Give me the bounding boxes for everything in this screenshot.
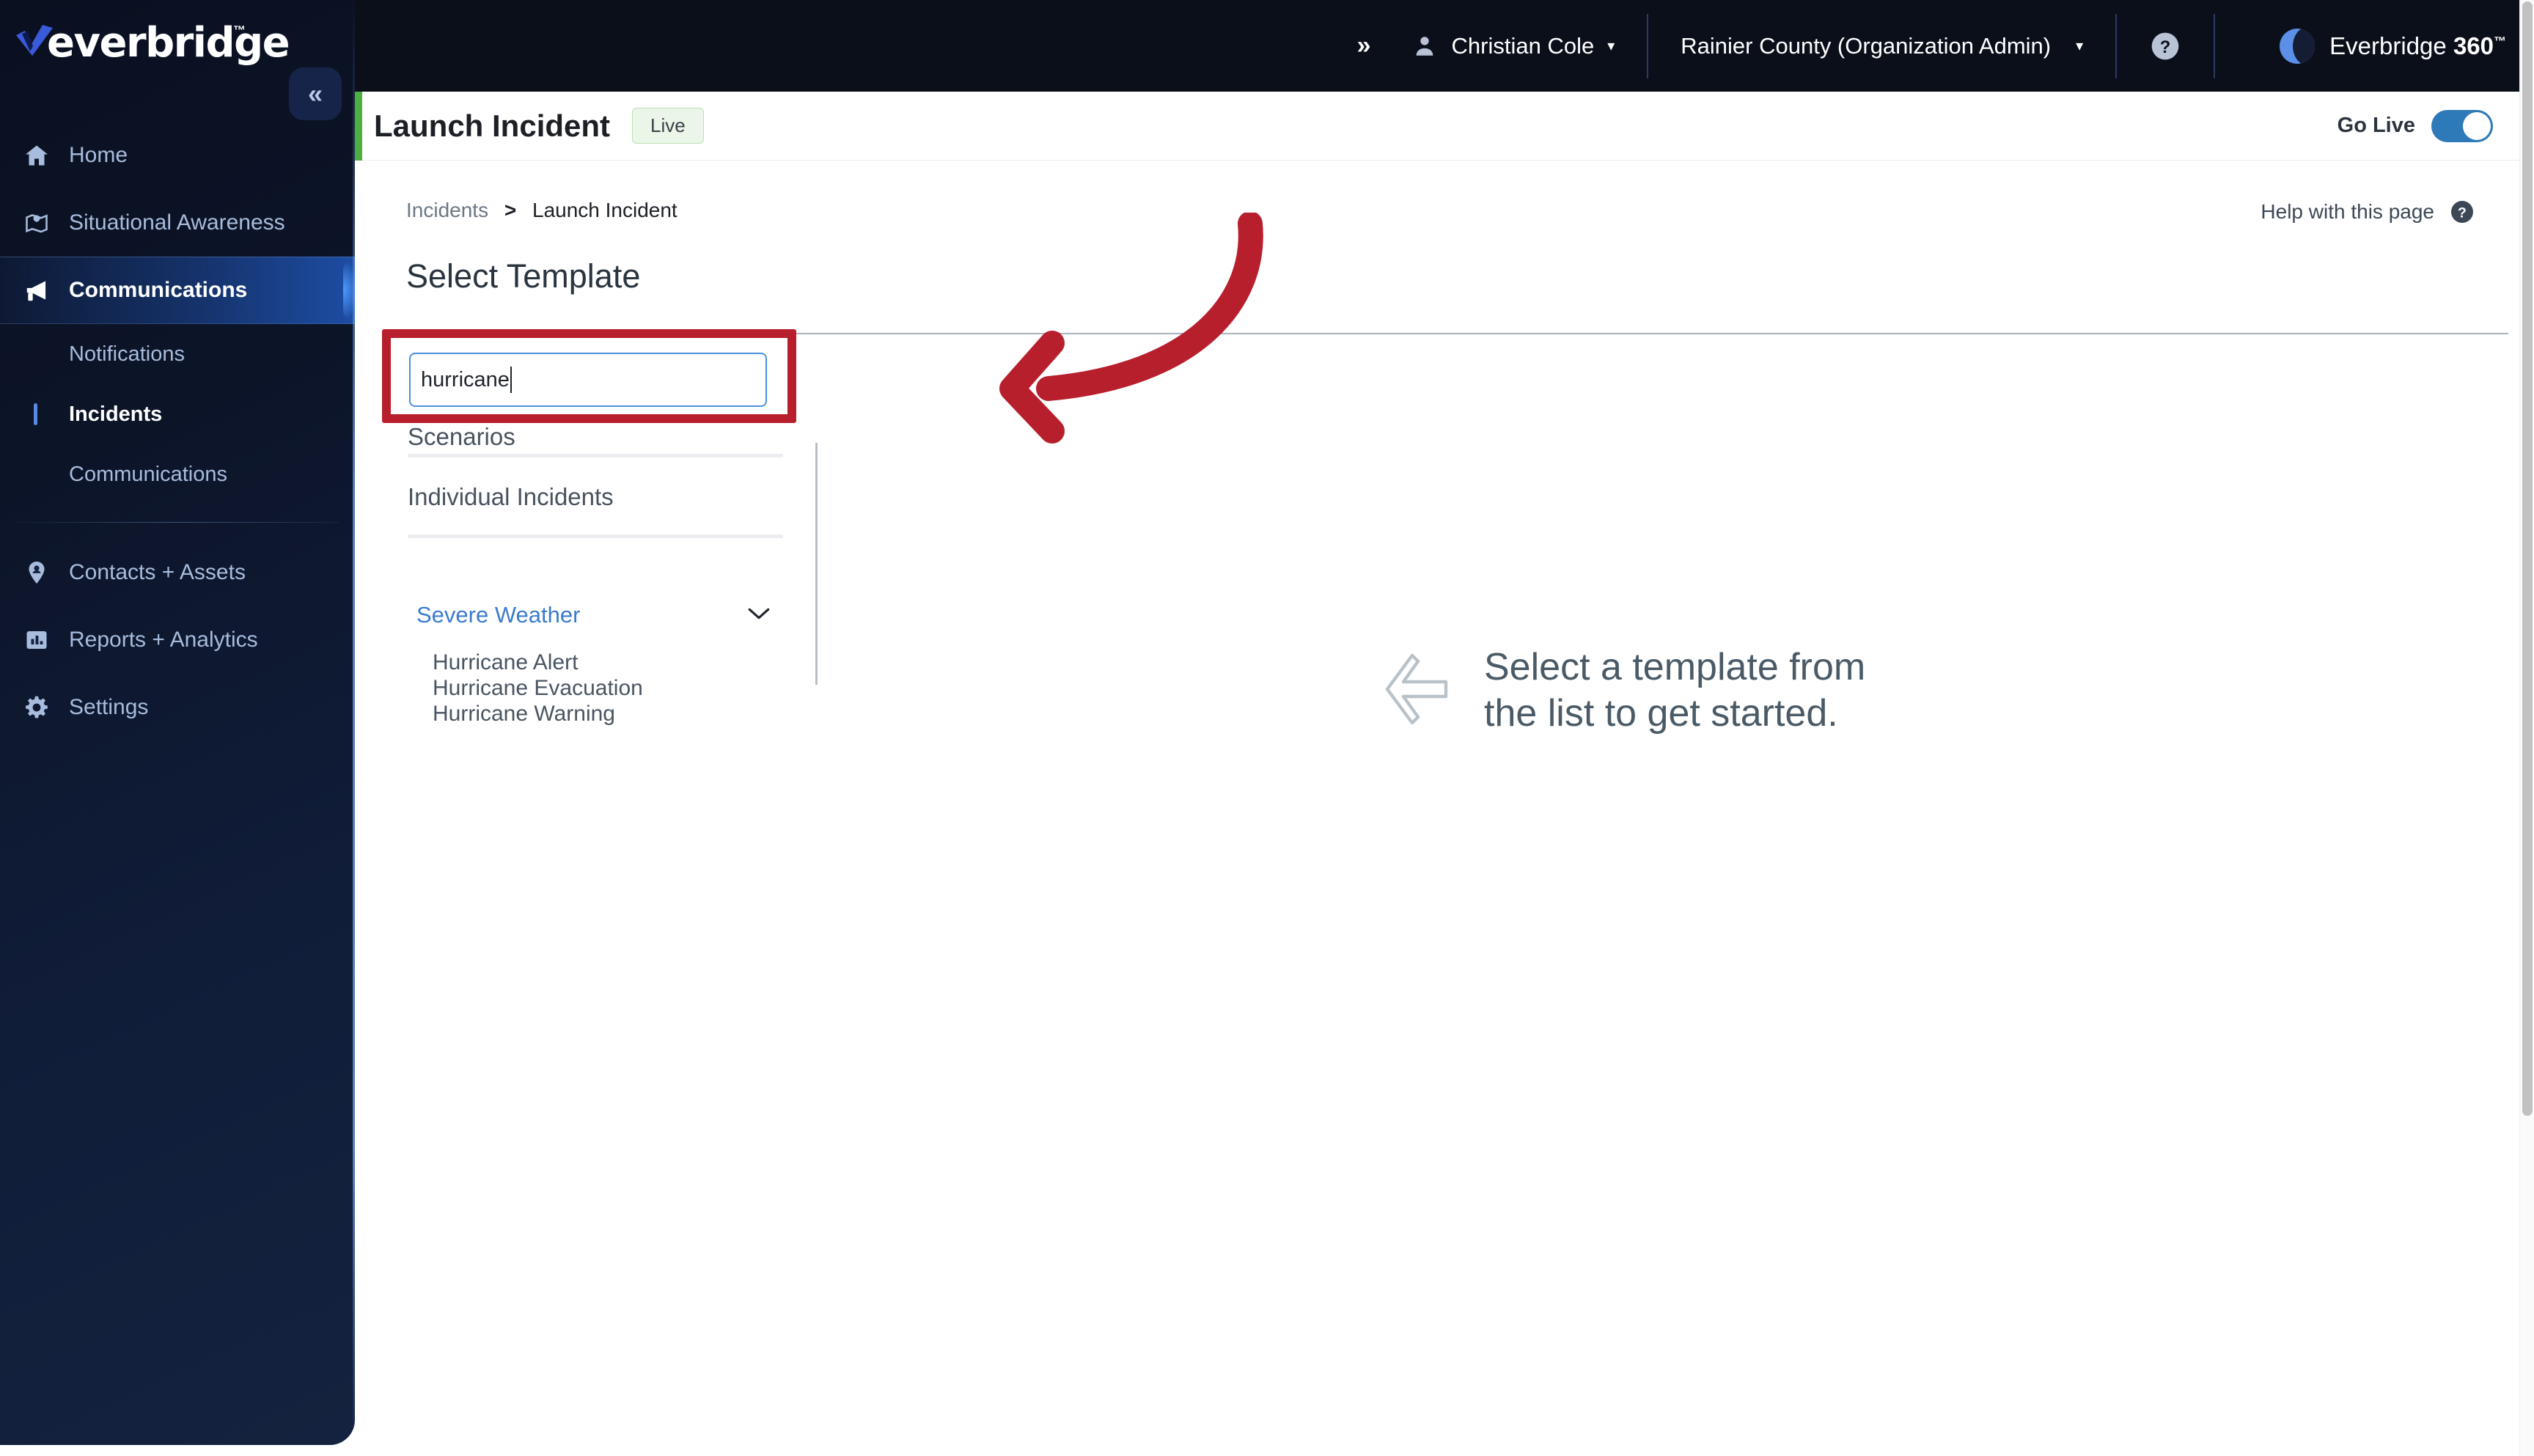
sidebar-item-label: Contacts + Assets — [69, 560, 246, 584]
svg-text:?: ? — [2458, 205, 2467, 221]
template-list-scrollbar[interactable] — [815, 443, 818, 685]
sidebar-divider — [16, 522, 339, 523]
toggle-knob — [2463, 111, 2491, 140]
arrow-left-outline-icon — [1381, 651, 1452, 731]
contacts-pin-icon — [22, 559, 62, 586]
topbar-divider-3 — [2214, 13, 2216, 78]
sidebar-item-label: Communications — [69, 278, 248, 302]
empty-state-line2: the list to get started. — [1484, 692, 1838, 735]
sidebar-item-contacts-assets[interactable]: Contacts + Assets — [0, 539, 355, 606]
left-sidebar: everbridge ™ « Home Situational Awarenes… — [0, 0, 355, 1445]
status-badge: Live — [632, 108, 704, 144]
section-divider — [400, 333, 2508, 334]
breadcrumb-incidents[interactable]: Incidents — [406, 199, 488, 221]
gear-icon — [22, 694, 62, 721]
empty-state: Select a template from the list to get s… — [1381, 644, 1865, 738]
user-menu[interactable]: Christian Cole ▾ — [1412, 33, 1615, 59]
organization-selector[interactable]: Rainier County (Organization Admin) ▾ — [1681, 33, 2083, 59]
breadcrumb-separator: > — [504, 199, 517, 221]
sidebar-subitem-label: Notifications — [69, 342, 185, 366]
organization-name: Rainier County (Organization Admin) — [1681, 32, 2052, 59]
template-item[interactable]: Hurricane Evacuation — [433, 676, 643, 701]
go-live-label: Go Live — [2337, 114, 2415, 137]
page-header-actions: Go Live — [2337, 109, 2519, 142]
sidebar-item-incidents[interactable]: Incidents — [0, 384, 355, 444]
template-item[interactable]: Hurricane Warning — [433, 702, 615, 727]
sidebar-item-communications-sub[interactable]: Communications — [0, 444, 355, 504]
everbridge-logo[interactable]: everbridge ™ — [13, 15, 290, 67]
chevron-down-icon: ▾ — [1607, 38, 1615, 54]
template-group-severe-weather[interactable]: Severe Weather — [416, 602, 771, 628]
sidebar-item-notifications[interactable]: Notifications — [0, 324, 355, 384]
everbridge-wordmark: everbridge — [47, 19, 290, 67]
scrollbar-thumb[interactable] — [2522, 1, 2533, 1116]
sidebar-collapse-button[interactable]: « — [289, 67, 342, 120]
individual-incidents-divider — [408, 534, 783, 538]
browser-scrollbar[interactable] — [2519, 0, 2534, 1456]
help-with-page-link[interactable]: Help with this page ? — [2261, 199, 2475, 225]
chevron-down-icon: ▾ — [2076, 38, 2084, 54]
sidebar-item-home[interactable]: Home — [0, 122, 355, 189]
go-live-toggle[interactable] — [2431, 109, 2493, 142]
section-title: Select Template — [406, 257, 641, 295]
template-group-label: Severe Weather — [416, 602, 581, 628]
text-cursor — [510, 367, 512, 393]
empty-state-line1: Select a template from — [1484, 646, 1866, 688]
scenarios-heading: Scenarios — [408, 423, 515, 450]
chevron-down-icon[interactable] — [746, 606, 771, 625]
question-circle-icon: ? — [2449, 199, 2475, 225]
topbar-divider-1 — [1647, 13, 1649, 78]
empty-state-text: Select a template from the list to get s… — [1484, 644, 1865, 738]
page-title: Launch Incident — [374, 108, 611, 143]
svg-text:?: ? — [2160, 37, 2171, 57]
map-pin-icon — [22, 210, 62, 236]
sidebar-item-label: Settings — [69, 695, 149, 719]
sidebar-item-situational-awareness[interactable]: Situational Awareness — [0, 189, 355, 257]
everbridge-360-label: Everbridge 360™ — [2329, 32, 2506, 59]
app-window: everbridge ™ « Home Situational Awarenes… — [0, 0, 2534, 1456]
home-icon — [22, 142, 62, 169]
sidebar-item-label: Situational Awareness — [69, 210, 285, 235]
page-accent-bar — [355, 92, 362, 161]
search-input-value: hurricane — [421, 367, 510, 391]
page-header: Launch Incident Live Go Live — [355, 92, 2519, 161]
megaphone-icon — [22, 276, 62, 304]
everbridge-360-badge[interactable]: Everbridge 360™ — [2280, 28, 2506, 64]
sidebar-edge-glow — [353, 0, 355, 1445]
everbridge-360-mark-icon — [2280, 28, 2316, 64]
individual-incidents-heading: Individual Incidents — [408, 483, 614, 510]
help-with-page-label: Help with this page — [2261, 200, 2434, 223]
expand-panel-icon[interactable]: » — [1357, 32, 1371, 60]
template-item[interactable]: Hurricane Alert — [433, 650, 578, 675]
person-icon — [1412, 34, 1437, 59]
help-icon[interactable]: ? — [2149, 30, 2181, 62]
sidebar-item-label: Home — [69, 143, 128, 167]
sidebar-subitem-label: Communications — [69, 462, 227, 486]
sidebar-nav: Home Situational Awareness Communication… — [0, 122, 355, 741]
sidebar-item-reports-analytics[interactable]: Reports + Analytics — [0, 606, 355, 674]
sidebar-item-communications[interactable]: Communications — [0, 257, 355, 324]
chevron-double-left-icon: « — [307, 78, 323, 109]
breadcrumb-current: Launch Incident — [532, 199, 677, 221]
sidebar-item-label: Reports + Analytics — [69, 628, 258, 652]
scenarios-divider — [408, 454, 783, 457]
user-name: Christian Cole — [1451, 32, 1595, 59]
top-bar: » Christian Cole ▾ Rainier County (Organ… — [355, 0, 2519, 92]
breadcrumb: Incidents > Launch Incident — [406, 199, 677, 222]
topbar-divider-2 — [2115, 13, 2118, 78]
bar-chart-icon — [22, 627, 62, 653]
everbridge-tm: ™ — [233, 23, 246, 37]
search-input[interactable]: hurricane — [409, 353, 767, 407]
main-content: Incidents > Launch Incident Help with th… — [362, 161, 2519, 1456]
sidebar-subitem-label: Incidents — [69, 402, 163, 426]
sidebar-item-settings[interactable]: Settings — [0, 674, 355, 741]
